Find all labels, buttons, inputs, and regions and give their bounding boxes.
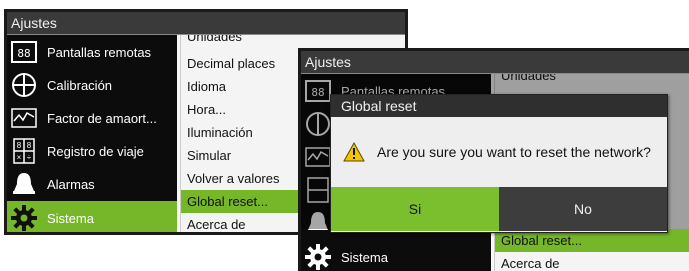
yes-button[interactable]: Si — [331, 187, 499, 231]
window-title: Ajustes — [301, 51, 689, 74]
damping-icon — [7, 103, 41, 133]
svg-text:8: 8 — [27, 141, 32, 150]
submenu-item-units[interactable]: Unidades — [181, 35, 405, 47]
dialog-message: Are you sure you want to reset the netwo… — [377, 144, 651, 160]
dialog-title: Global reset — [331, 95, 667, 117]
window-title: Ajustes — [7, 12, 405, 35]
submenu-item-about[interactable]: Acerca de — [495, 252, 689, 271]
warning-icon — [343, 142, 365, 162]
sidebar-item-trip-log[interactable]: 8 8 × ÷ Registro de viaje — [7, 134, 177, 168]
global-reset-dialog: Global reset Are you sure you want to re… — [330, 94, 668, 233]
dialog-buttons: Si No — [331, 187, 667, 231]
trip-log-icon: 8 8 × ÷ — [7, 136, 41, 166]
no-button[interactable]: No — [499, 187, 667, 231]
svg-text:×: × — [17, 153, 22, 162]
dialog-message-area: Are you sure you want to reset the netwo… — [331, 117, 667, 187]
remote-displays-icon: 88 — [7, 37, 41, 67]
sidebar-item-system[interactable]: Sistema — [7, 201, 177, 232]
svg-text:8: 8 — [17, 141, 22, 150]
sidebar-item-remote-displays[interactable]: 88 Pantallas remotas — [7, 35, 177, 69]
settings-sidebar: 88 Pantallas remotas Calibración Factor … — [7, 35, 177, 232]
svg-text:88: 88 — [17, 47, 30, 60]
sidebar-item-calibration[interactable]: Calibración — [7, 68, 177, 102]
sidebar-item-alarms[interactable]: Alarmas — [7, 167, 177, 201]
calibration-icon — [7, 70, 41, 100]
bell-icon — [7, 169, 41, 199]
svg-text:÷: ÷ — [27, 153, 32, 162]
gear-icon — [301, 242, 335, 271]
sidebar-item-system[interactable]: Sistema — [301, 240, 491, 271]
sidebar-item-damping[interactable]: Factor de amaort... — [7, 101, 177, 135]
gear-icon — [7, 203, 41, 232]
